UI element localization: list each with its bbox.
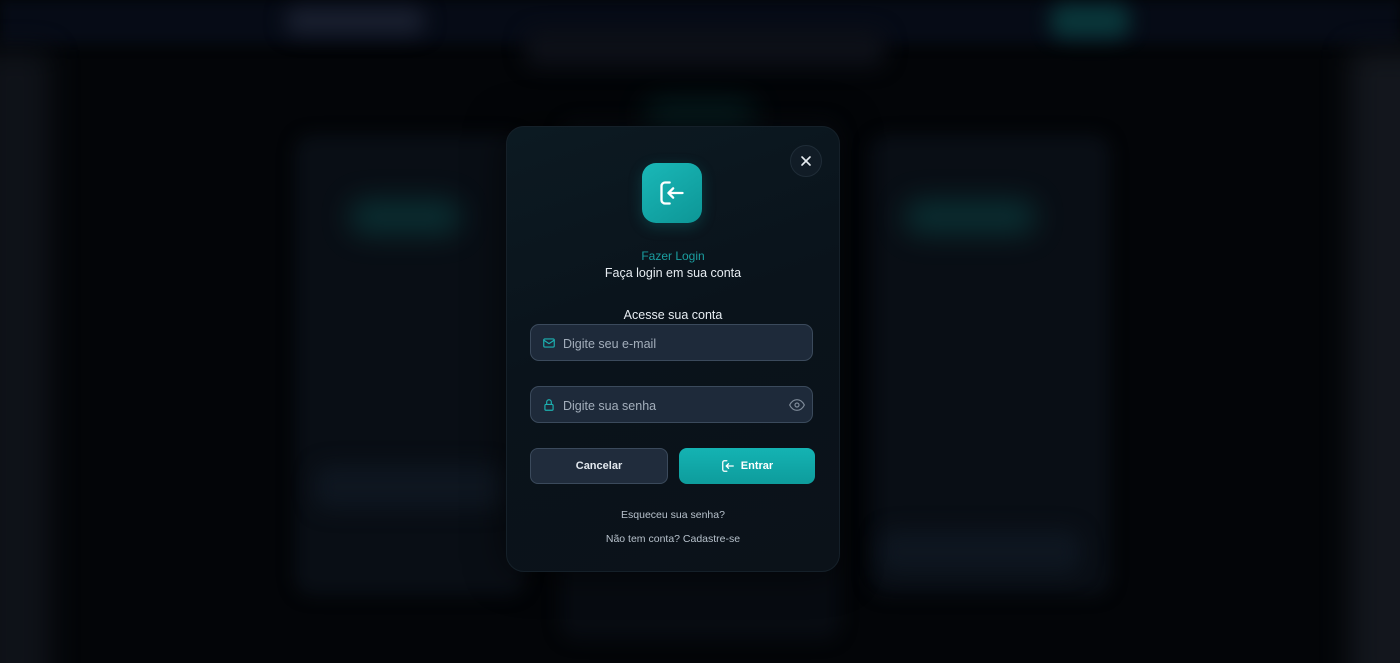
email-input[interactable] <box>561 325 775 362</box>
login-icon <box>660 181 684 205</box>
bg-side-right <box>1350 50 1400 663</box>
modal-kicker: Fazer Login <box>641 249 705 263</box>
submit-button-label: Entrar <box>740 460 774 472</box>
close-button[interactable] <box>790 145 822 177</box>
bg-logo-blob <box>285 8 425 34</box>
email-field-wrapper <box>530 324 813 362</box>
logo-tile <box>642 163 702 223</box>
eye-icon[interactable] <box>789 398 805 412</box>
forgot-password-link[interactable]: Esqueceu sua senha? <box>507 509 839 521</box>
bg-topbar-glow <box>1050 4 1130 38</box>
login-icon <box>721 460 734 472</box>
bg-side-left <box>0 50 50 663</box>
bg-glow-left <box>350 200 460 234</box>
section-label: Acesse sua conta <box>623 308 723 322</box>
bg-heading-blob <box>525 30 885 66</box>
signup-link[interactable]: Não tem conta? Cadastre-se <box>507 533 839 545</box>
cancel-button[interactable]: Cancelar <box>530 448 668 484</box>
bg-right-button <box>880 530 1080 574</box>
bg-left-button <box>315 465 505 509</box>
submit-button[interactable]: Entrar <box>679 448 815 484</box>
password-field-wrapper <box>530 386 813 424</box>
login-modal: Fazer Login Faça login em sua conta Aces… <box>506 126 840 572</box>
bg-glow-right <box>905 200 1035 234</box>
password-input[interactable] <box>561 387 775 424</box>
mail-icon <box>543 338 555 348</box>
modal-title: Faça login em sua conta <box>604 266 742 280</box>
lock-icon <box>544 399 554 411</box>
close-icon <box>801 156 811 166</box>
